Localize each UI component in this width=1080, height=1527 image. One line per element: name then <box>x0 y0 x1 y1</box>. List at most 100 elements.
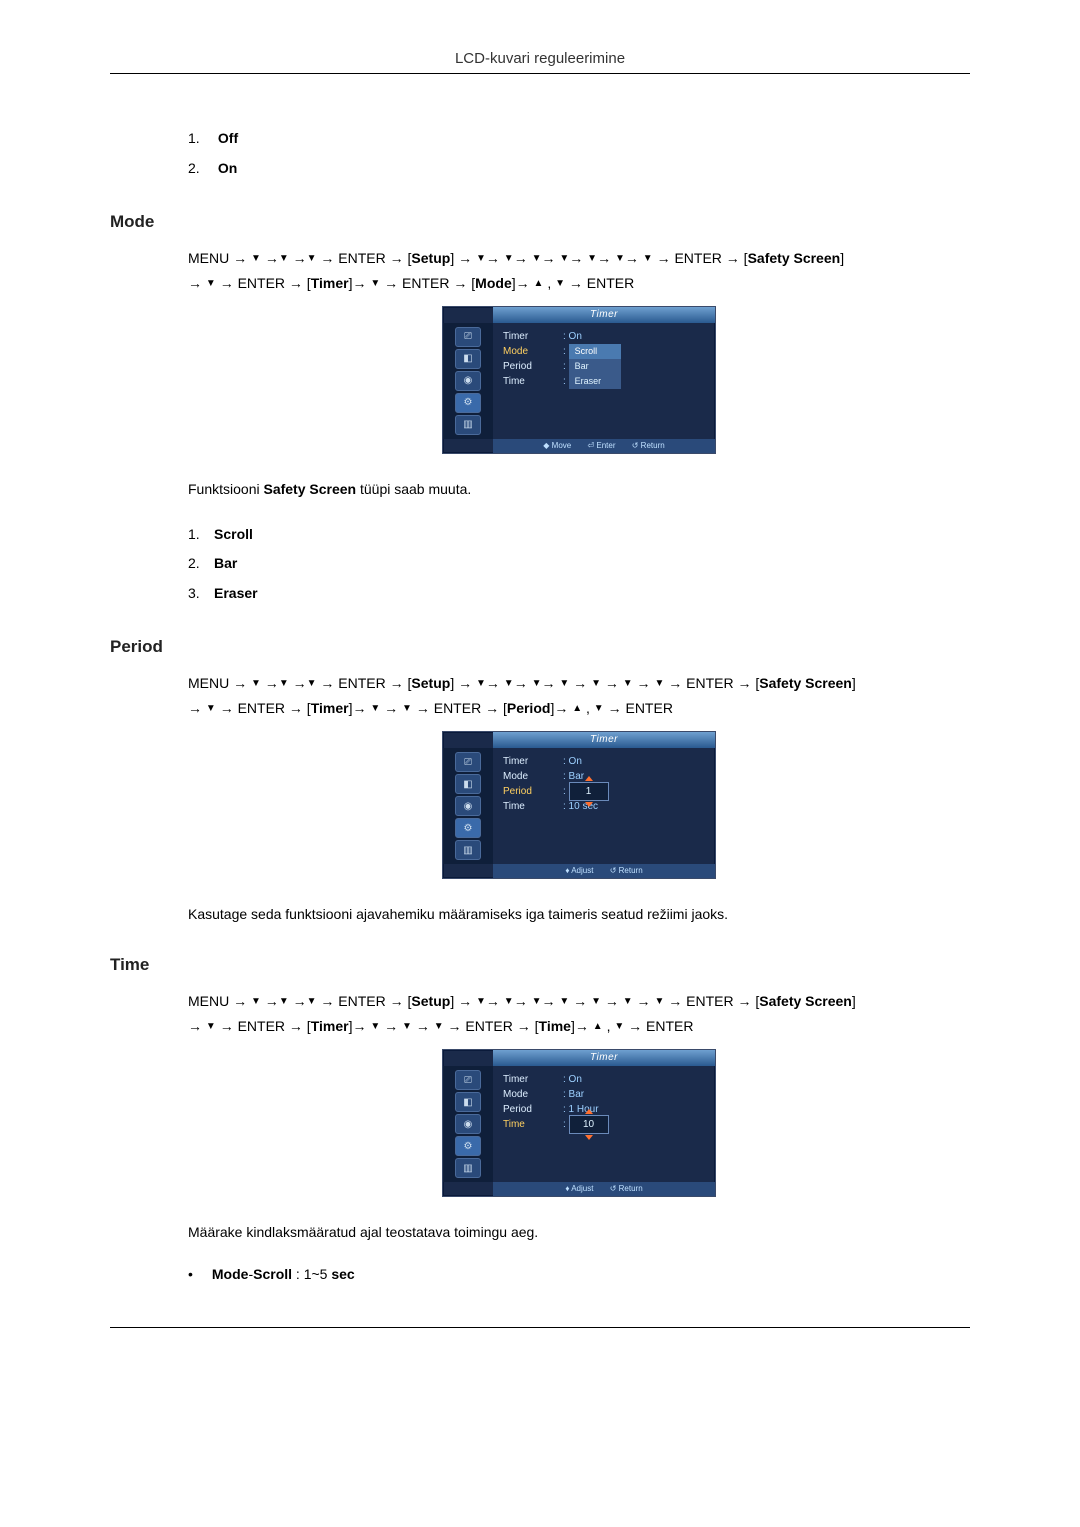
list-label: Eraser <box>214 585 258 601</box>
nav-text: ]→ <box>550 700 568 716</box>
up-arrow-icon <box>534 275 544 291</box>
nav-text: ]→ <box>512 275 530 291</box>
nav-text: , <box>607 1018 611 1034</box>
list-item: 3.Eraser <box>188 579 970 609</box>
nav-text: → ENTER → [ <box>320 993 411 1009</box>
down-arrow-icon <box>370 700 380 716</box>
down-arrow-icon <box>251 250 261 266</box>
down-triangle-icon <box>585 1135 593 1140</box>
down-arrow-icon <box>587 250 597 266</box>
nav-text: , <box>586 700 590 716</box>
list-number: 1. <box>188 127 214 151</box>
text: : 1~5 <box>292 1266 331 1282</box>
osd-row: Timer : On <box>503 329 707 344</box>
up-triangle-icon <box>585 776 593 781</box>
osd-body: ⎚ ◧ ◉ ⚙ ▥ Timer: On Mode: Bar Period: 1 … <box>443 1066 715 1182</box>
osd-tab-icon: ◉ <box>455 1114 481 1134</box>
osd-title: Timer <box>493 732 715 748</box>
nav-key: Timer <box>311 700 349 716</box>
down-arrow-icon <box>532 250 542 266</box>
osd-row-label: Time <box>503 373 563 390</box>
nav-text: → ENTER → [ <box>320 250 411 266</box>
osd-row-label: Time <box>503 1116 563 1133</box>
mode-options-list: 1.Scroll 2.Bar 3.Eraser <box>188 520 970 609</box>
down-arrow-icon <box>594 700 604 716</box>
down-arrow-icon <box>643 250 653 266</box>
nav-text: → <box>293 250 307 266</box>
nav-text: → <box>486 250 500 266</box>
osd-value: 10 <box>583 1119 594 1130</box>
menu-nav-sequence-period: MENU → → → → ENTER → [Setup] → → → → → →… <box>188 671 970 721</box>
down-arrow-icon <box>307 250 317 266</box>
osd-row: Period : Bar <box>503 359 707 374</box>
down-arrow-icon <box>307 675 317 691</box>
list-number: 2. <box>188 157 214 181</box>
down-arrow-icon <box>307 993 317 1009</box>
osd-tab-icon: ◉ <box>455 371 481 391</box>
nav-text: → ENTER <box>569 275 634 291</box>
period-content: MENU → → → → ENTER → [Setup] → → → → → →… <box>188 671 970 927</box>
nav-text: ] <box>852 675 856 691</box>
osd-row: Time: 10 sec <box>503 799 707 814</box>
osd-panel: Timer ⎚ ◧ ◉ ⚙ ▥ Timer: On Mode: Bar Peri… <box>442 731 716 879</box>
down-arrow-icon <box>532 675 542 691</box>
up-arrow-icon <box>593 1018 603 1034</box>
off-on-list: 1. Off 2. On <box>188 124 970 184</box>
time-description: Määrake kindlaksmääratud ajal teostatava… <box>188 1221 970 1245</box>
down-arrow-icon <box>591 993 601 1009</box>
nav-text: → <box>514 250 528 266</box>
osd-tab-icon: ◉ <box>455 796 481 816</box>
nav-text: → <box>384 700 398 716</box>
osd-footer-hint: ↺ Return <box>632 441 665 450</box>
nav-text: ]→ <box>349 1018 367 1034</box>
list-number: 2. <box>188 552 214 576</box>
section-heading-time: Time <box>110 955 970 975</box>
nav-text: ] <box>852 993 856 1009</box>
osd-rows: Timer: On Mode: Bar Period: 1 Hour Time:… <box>493 1066 715 1182</box>
nav-text: ]→ <box>349 275 367 291</box>
osd-screenshot-time: Timer ⎚ ◧ ◉ ⚙ ▥ Timer: On Mode: Bar Peri… <box>188 1049 970 1199</box>
nav-text: ] → <box>450 993 472 1009</box>
down-arrow-icon <box>251 993 261 1009</box>
bold-text: Safety Screen <box>263 481 356 497</box>
osd-footer: ◆ Move ⏎ Enter ↺ Return <box>493 439 715 453</box>
osd-footer-hint: ♦ Adjust <box>565 1184 593 1193</box>
down-arrow-icon <box>559 250 569 266</box>
down-arrow-icon <box>623 993 633 1009</box>
osd-icon-column: ⎚ ◧ ◉ ⚙ ▥ <box>443 1066 493 1182</box>
down-arrow-icon <box>279 993 289 1009</box>
nav-key: Setup <box>411 675 450 691</box>
nav-text: → ENTER → [ <box>416 700 507 716</box>
down-arrow-icon <box>476 250 486 266</box>
down-arrow-icon <box>402 700 412 716</box>
down-arrow-icon <box>206 700 216 716</box>
osd-row: Mode: Bar <box>503 1087 707 1102</box>
down-arrow-icon <box>279 250 289 266</box>
list-item: 2.Bar <box>188 549 970 579</box>
text: Funktsiooni <box>188 481 263 497</box>
osd-footer-hint: ◆ Move <box>543 441 571 450</box>
nav-text: → <box>265 250 279 266</box>
osd-footer-hint: ♦ Adjust <box>565 866 593 875</box>
down-triangle-icon <box>585 802 593 807</box>
list-number: 3. <box>188 582 214 606</box>
osd-row-value: : 10 <box>563 1115 609 1134</box>
nav-text: → ENTER <box>608 700 673 716</box>
osd-screenshot-period: Timer ⎚ ◧ ◉ ⚙ ▥ Timer: On Mode: Bar Peri… <box>188 731 970 881</box>
osd-icon-column: ⎚ ◧ ◉ ⚙ ▥ <box>443 748 493 864</box>
osd-panel: Timer ⎚ ◧ ◉ ⚙ ▥ Timer : On <box>442 306 716 454</box>
down-arrow-icon <box>504 250 514 266</box>
down-arrow-icon <box>654 993 664 1009</box>
down-arrow-icon <box>370 1018 380 1034</box>
down-arrow-icon <box>623 675 633 691</box>
osd-footer-hint: ⏎ Enter <box>587 441 615 450</box>
osd-tab-icon: ⚙ <box>455 818 481 838</box>
nav-text: MENU → <box>188 250 247 266</box>
osd-tab-icon: ⚙ <box>455 1136 481 1156</box>
down-arrow-icon <box>559 675 569 691</box>
osd-screenshot-mode: Timer ⎚ ◧ ◉ ⚙ ▥ Timer : On <box>188 306 970 456</box>
bold-text: Scroll <box>253 1266 292 1282</box>
nav-text: → <box>597 250 611 266</box>
osd-tab-icon: ⎚ <box>455 752 481 772</box>
nav-text: → <box>569 250 583 266</box>
